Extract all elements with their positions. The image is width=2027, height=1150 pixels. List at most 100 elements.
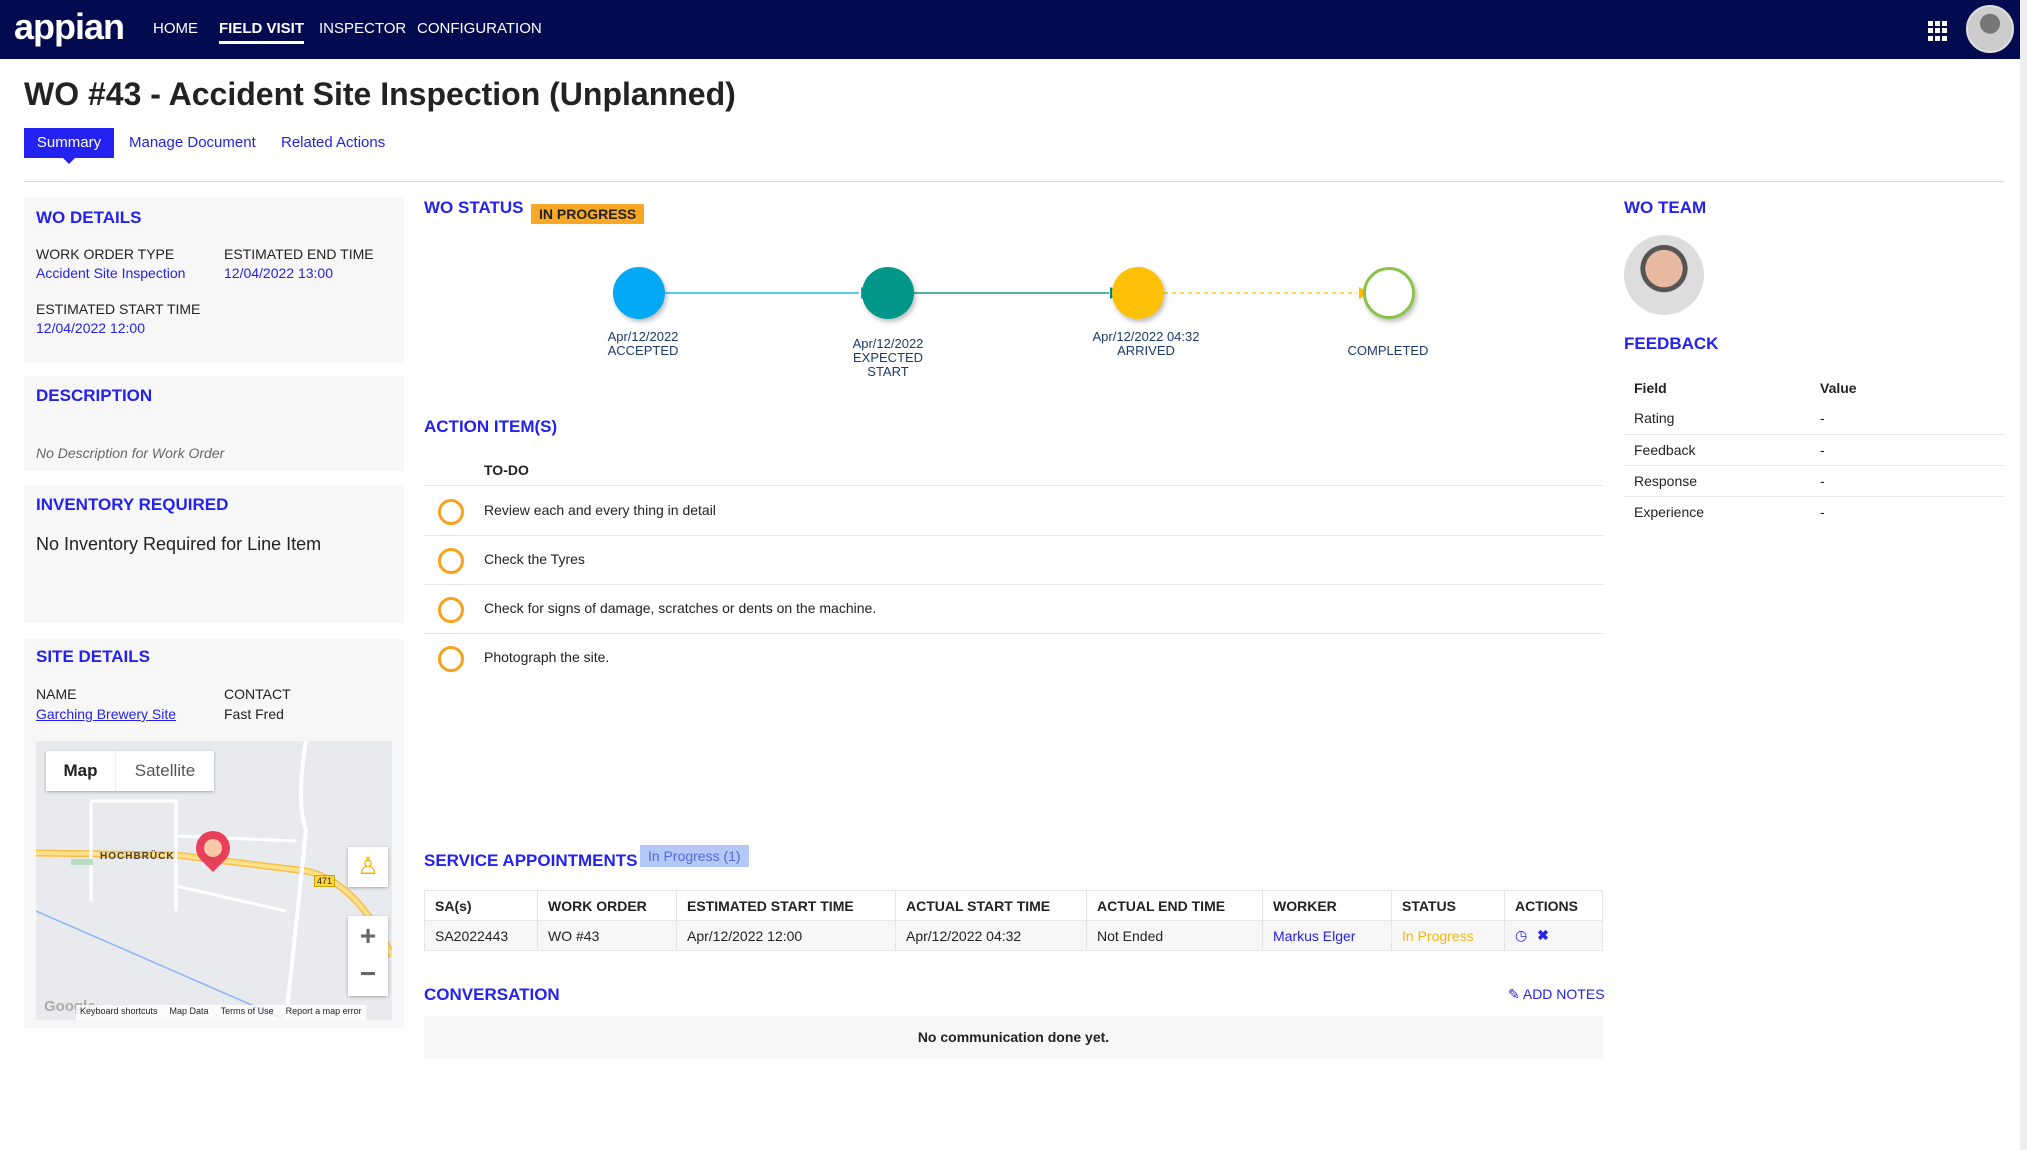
- status-value: In Progress: [1391, 920, 1505, 951]
- est-start-label: ESTIMATED START TIME: [36, 301, 201, 317]
- wo-team-heading: WO TEAM: [1624, 198, 1707, 217]
- table-header-row: Field Value: [1624, 372, 2004, 403]
- edit-icon: ✎: [1508, 986, 1520, 1002]
- col-field: Field: [1634, 379, 1667, 396]
- conversation-empty: No communication done yet.: [424, 1016, 1603, 1058]
- value: -: [1810, 403, 2004, 435]
- todo-checkbox-icon[interactable]: [438, 646, 464, 672]
- keyboard-shortcuts-link[interactable]: Keyboard shortcuts: [80, 1006, 158, 1019]
- col-worker: WORKER: [1262, 890, 1392, 921]
- step-expected-start-label: Apr/12/2022 EXPECTED START: [852, 336, 924, 379]
- todo-header: TO-DO: [424, 456, 1603, 486]
- report-error-link[interactable]: Report a map error: [286, 1006, 362, 1019]
- table-row: Feedback -: [1624, 434, 2004, 466]
- wo-status-heading: WO STATUS: [424, 198, 524, 217]
- app-grid-icon[interactable]: [1928, 21, 1948, 41]
- nav-inspector[interactable]: INSPECTOR: [319, 20, 406, 37]
- work-order-type-label: WORK ORDER TYPE: [36, 246, 175, 262]
- col-est-start: ESTIMATED START TIME: [676, 890, 896, 921]
- service-appointments-table: SA(s) WORK ORDER ESTIMATED START TIME AC…: [424, 890, 1603, 951]
- map-button[interactable]: Map: [46, 751, 116, 791]
- divider: [24, 181, 2004, 182]
- contact-value: Fast Fred: [224, 706, 284, 722]
- add-notes-button[interactable]: ✎ ADD NOTES: [1508, 986, 1605, 1003]
- team-member-avatar[interactable]: [1624, 235, 1704, 315]
- satellite-button[interactable]: Satellite: [116, 751, 214, 791]
- description-heading: DESCRIPTION: [36, 386, 153, 405]
- user-avatar[interactable]: [1966, 5, 2014, 53]
- step-arrived-label: Apr/12/2022 04:32 ARRIVED: [1092, 329, 1200, 358]
- todo-column-header: TO-DO: [484, 462, 529, 478]
- todo-checkbox-icon[interactable]: [438, 548, 464, 574]
- todo-checkbox-icon[interactable]: [438, 499, 464, 525]
- col-sa: SA(s): [424, 890, 538, 921]
- conversation-heading: CONVERSATION: [424, 985, 560, 1004]
- zoom-in-button[interactable]: +: [348, 916, 388, 956]
- step-accepted-label: Apr/12/2022 ACCEPTED: [607, 329, 679, 358]
- col-actual-end: ACTUAL END TIME: [1086, 890, 1263, 921]
- step-accepted-node: [613, 267, 665, 319]
- action-items-heading: ACTION ITEM(S): [424, 417, 558, 436]
- col-work-order: WORK ORDER: [537, 890, 677, 921]
- inventory-heading: INVENTORY REQUIRED: [36, 495, 229, 514]
- col-actual-start: ACTUAL START TIME: [895, 890, 1087, 921]
- est-start: Apr/12/2022 12:00: [676, 920, 896, 951]
- sa-id: SA2022443: [424, 920, 538, 951]
- scrollbar[interactable]: [2020, 0, 2027, 1150]
- description-text: No Description for Work Order: [36, 445, 225, 461]
- todo-checkbox-icon[interactable]: [438, 597, 464, 623]
- map-type-control: Map Satellite: [46, 751, 214, 791]
- service-appointments-heading: SERVICE APPOINTMENTS: [424, 851, 638, 870]
- todo-item: Check for signs of damage, scratches or …: [424, 585, 1603, 634]
- table-row: SA2022443 WO #43 Apr/12/2022 12:00 Apr/1…: [424, 920, 1603, 951]
- est-start-value: 12/04/2022 12:00: [36, 320, 145, 336]
- tab-manage-document[interactable]: Manage Document: [129, 134, 256, 151]
- road-label: 471: [314, 875, 336, 887]
- field: Experience: [1634, 503, 1705, 520]
- terms-link[interactable]: Terms of Use: [221, 1006, 274, 1019]
- worker-link[interactable]: Markus Elger: [1262, 920, 1392, 951]
- value: -: [1810, 465, 2004, 497]
- actual-start: Apr/12/2022 04:32: [895, 920, 1087, 951]
- col-actions: ACTIONS: [1504, 890, 1603, 921]
- todo-text: Check the Tyres: [484, 551, 585, 567]
- todo-text: Check for signs of damage, scratches or …: [484, 600, 877, 616]
- zoom-control: + −: [348, 916, 388, 996]
- status-timeline-connectors: [665, 287, 1371, 299]
- feedback-heading: FEEDBACK: [1624, 334, 1719, 353]
- nav-configuration[interactable]: CONFIGURATION: [417, 20, 542, 37]
- top-nav-bar: appian HOME FIELD VISIT INSPECTOR CONFIG…: [0, 0, 2027, 59]
- field: Feedback: [1624, 434, 1810, 466]
- pegman-icon[interactable]: ♙: [348, 847, 388, 887]
- status-badge: IN PROGRESS: [531, 204, 645, 224]
- step-arrived-node: [1112, 267, 1164, 319]
- close-icon[interactable]: ✖: [1537, 927, 1549, 943]
- page-title: WO #43 - Accident Site Inspection (Unpla…: [24, 76, 736, 112]
- wo-details-card: WO DETAILS WORK ORDER TYPE Accident Site…: [24, 197, 404, 362]
- nav-field-visit[interactable]: FIELD VISIT: [219, 20, 305, 44]
- todo-item: Check the Tyres: [424, 536, 1603, 585]
- zoom-out-button[interactable]: −: [348, 956, 388, 996]
- feedback-table: Field Value Rating - Feedback - Response - E…: [1624, 372, 2004, 527]
- site-name-link[interactable]: Garching Brewery Site: [36, 706, 176, 722]
- todo-item: Review each and every thing in detail: [424, 487, 1603, 536]
- row-actions: ◷ ✖: [1504, 920, 1603, 951]
- add-notes-label: ADD NOTES: [1522, 986, 1605, 1002]
- map-data-link[interactable]: Map Data: [170, 1006, 209, 1019]
- inventory-card: INVENTORY REQUIRED No Inventory Required…: [24, 486, 404, 623]
- clock-icon[interactable]: ◷: [1515, 927, 1527, 943]
- contact-label: CONTACT: [224, 686, 291, 702]
- step-completed-node: [1363, 267, 1415, 319]
- site-map[interactable]: Map Satellite HOCHBRÜCK 471 ♙ + − Google…: [36, 741, 392, 1020]
- work-order-type-value: Accident Site Inspection: [36, 265, 186, 281]
- todo-text: Review each and every thing in detail: [484, 502, 716, 518]
- appian-logo[interactable]: appian: [14, 6, 125, 48]
- todo-text: Photograph the site.: [484, 649, 610, 665]
- field: Rating: [1624, 403, 1810, 435]
- inventory-text: No Inventory Required for Line Item: [36, 534, 322, 554]
- nav-home[interactable]: HOME: [153, 20, 198, 37]
- map-footer: Keyboard shortcuts Map Data Terms of Use…: [76, 1005, 366, 1020]
- est-end-label: ESTIMATED END TIME: [224, 246, 374, 262]
- tab-summary[interactable]: Summary: [24, 128, 114, 158]
- tab-related-actions[interactable]: Related Actions: [281, 134, 385, 151]
